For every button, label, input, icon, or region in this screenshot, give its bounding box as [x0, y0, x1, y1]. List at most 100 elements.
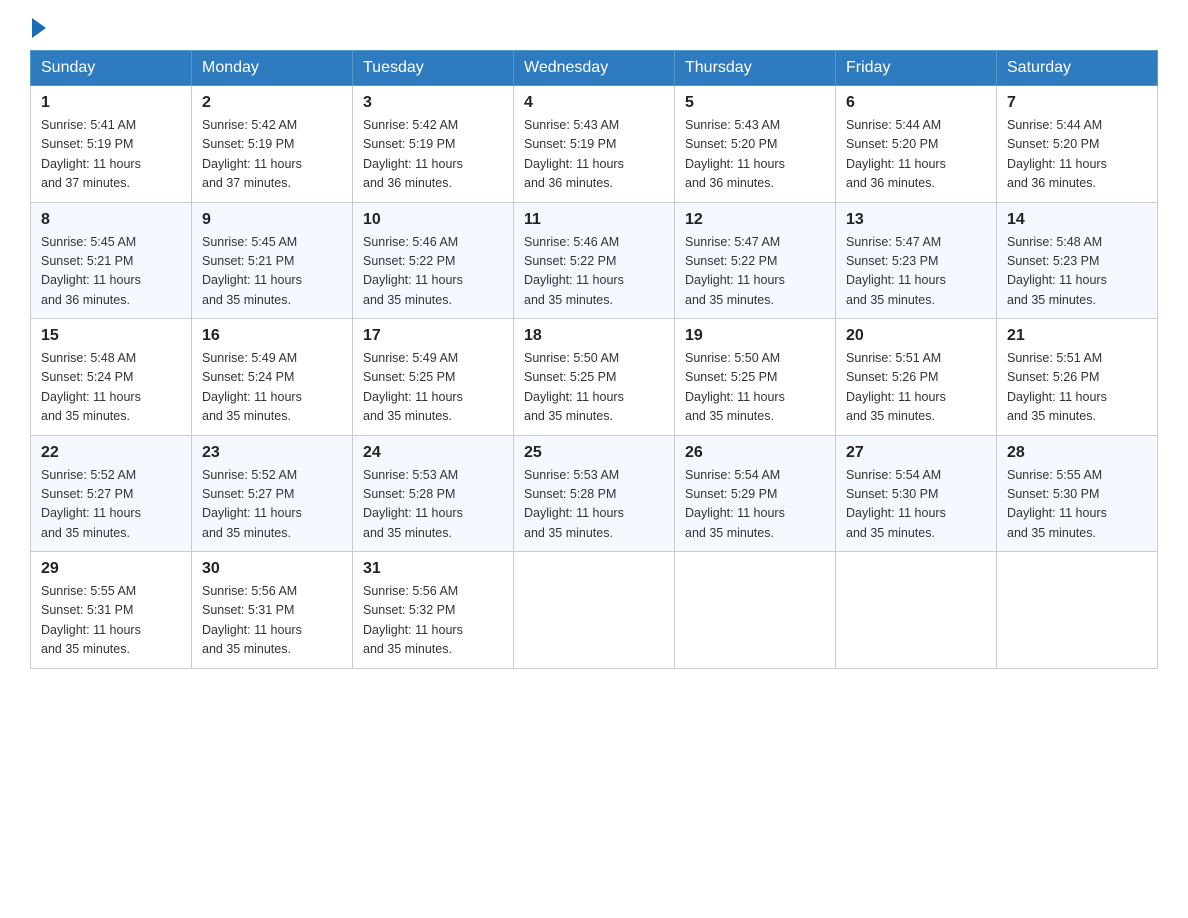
day-number: 12	[685, 211, 825, 229]
day-number: 7	[1007, 94, 1147, 112]
day-info: Sunrise: 5:45 AMSunset: 5:21 PMDaylight:…	[202, 233, 342, 311]
day-number: 5	[685, 94, 825, 112]
day-number: 16	[202, 327, 342, 345]
page-header	[30, 20, 1158, 34]
table-row: 26Sunrise: 5:54 AMSunset: 5:29 PMDayligh…	[675, 435, 836, 552]
table-row	[836, 552, 997, 669]
day-number: 30	[202, 560, 342, 578]
table-row: 12 Sunrise: 5:47 AMSunset: 5:22 PMDayligh…	[675, 202, 836, 319]
header-sunday: Sunday	[31, 51, 192, 86]
day-number: 31	[363, 560, 503, 578]
day-number: 4	[524, 94, 664, 112]
table-row: 28 Sunrise: 5:55 AMSunset: 5:30 PMDayligh…	[997, 435, 1158, 552]
header-tuesday: Tuesday	[353, 51, 514, 86]
day-number: 22	[41, 444, 181, 462]
day-info: Sunrise: 5:50 AMSunset: 5:25 PMDaylight:…	[524, 349, 664, 427]
day-number: 10	[363, 211, 503, 229]
weekday-header-row: Sunday Monday Tuesday Wednesday Thursday…	[31, 51, 1158, 86]
day-info: Sunrise: 5:54 AMSunset: 5:29 PMDaylight:…	[685, 466, 825, 544]
table-row: 30Sunrise: 5:56 AMSunset: 5:31 PMDayligh…	[192, 552, 353, 669]
day-info: Sunrise: 5:41 AMSunset: 5:19 PMDaylight:…	[41, 116, 181, 194]
table-row	[675, 552, 836, 669]
day-number: 15	[41, 327, 181, 345]
day-number: 20	[846, 327, 986, 345]
table-row: 20 Sunrise: 5:51 AMSunset: 5:26 PMDayligh…	[836, 319, 997, 436]
table-row: 6 Sunrise: 5:44 AMSunset: 5:20 PMDaylight…	[836, 86, 997, 203]
day-number: 2	[202, 94, 342, 112]
table-row: 10 Sunrise: 5:46 AMSunset: 5:22 PMDayligh…	[353, 202, 514, 319]
day-number: 1	[41, 94, 181, 112]
day-info: Sunrise: 5:50 AMSunset: 5:25 PMDaylight:…	[685, 349, 825, 427]
header-monday: Monday	[192, 51, 353, 86]
table-row: 24Sunrise: 5:53 AMSunset: 5:28 PMDayligh…	[353, 435, 514, 552]
table-row: 9 Sunrise: 5:45 AMSunset: 5:21 PMDaylight…	[192, 202, 353, 319]
table-row: 19 Sunrise: 5:50 AMSunset: 5:25 PMDayligh…	[675, 319, 836, 436]
day-info: Sunrise: 5:55 AMSunset: 5:30 PMDaylight:…	[1007, 466, 1147, 544]
day-number: 24	[363, 444, 503, 462]
calendar-week-row: 29 Sunrise: 5:55 AMSunset: 5:31 PMDayligh…	[31, 552, 1158, 669]
table-row: 31 Sunrise: 5:56 AMSunset: 5:32 PMDayligh…	[353, 552, 514, 669]
day-info: Sunrise: 5:49 AMSunset: 5:24 PMDaylight:…	[202, 349, 342, 427]
table-row: 1 Sunrise: 5:41 AMSunset: 5:19 PMDaylight…	[31, 86, 192, 203]
table-row: 16 Sunrise: 5:49 AMSunset: 5:24 PMDayligh…	[192, 319, 353, 436]
day-info: Sunrise: 5:51 AMSunset: 5:26 PMDaylight:…	[846, 349, 986, 427]
day-info: Sunrise: 5:55 AMSunset: 5:31 PMDaylight:…	[41, 582, 181, 660]
day-number: 8	[41, 211, 181, 229]
day-number: 27	[846, 444, 986, 462]
day-number: 18	[524, 327, 664, 345]
table-row: 15 Sunrise: 5:48 AMSunset: 5:24 PMDayligh…	[31, 319, 192, 436]
day-number: 29	[41, 560, 181, 578]
header-saturday: Saturday	[997, 51, 1158, 86]
table-row: 3Sunrise: 5:42 AMSunset: 5:19 PMDaylight…	[353, 86, 514, 203]
logo-arrow-icon	[32, 18, 46, 38]
day-number: 6	[846, 94, 986, 112]
table-row: 7 Sunrise: 5:44 AMSunset: 5:20 PMDaylight…	[997, 86, 1158, 203]
logo	[30, 20, 46, 34]
day-info: Sunrise: 5:49 AMSunset: 5:25 PMDaylight:…	[363, 349, 503, 427]
table-row	[997, 552, 1158, 669]
day-number: 11	[524, 211, 664, 229]
calendar-table: Sunday Monday Tuesday Wednesday Thursday…	[30, 50, 1158, 669]
table-row: 11Sunrise: 5:46 AMSunset: 5:22 PMDayligh…	[514, 202, 675, 319]
table-row: 14Sunrise: 5:48 AMSunset: 5:23 PMDayligh…	[997, 202, 1158, 319]
day-info: Sunrise: 5:46 AMSunset: 5:22 PMDaylight:…	[363, 233, 503, 311]
table-row: 21Sunrise: 5:51 AMSunset: 5:26 PMDayligh…	[997, 319, 1158, 436]
day-number: 28	[1007, 444, 1147, 462]
table-row: 8 Sunrise: 5:45 AMSunset: 5:21 PMDaylight…	[31, 202, 192, 319]
day-info: Sunrise: 5:53 AMSunset: 5:28 PMDaylight:…	[524, 466, 664, 544]
table-row: 2 Sunrise: 5:42 AMSunset: 5:19 PMDaylight…	[192, 86, 353, 203]
day-info: Sunrise: 5:54 AMSunset: 5:30 PMDaylight:…	[846, 466, 986, 544]
table-row: 4 Sunrise: 5:43 AMSunset: 5:19 PMDaylight…	[514, 86, 675, 203]
day-info: Sunrise: 5:42 AMSunset: 5:19 PMDaylight:…	[363, 116, 503, 194]
day-info: Sunrise: 5:48 AMSunset: 5:24 PMDaylight:…	[41, 349, 181, 427]
day-info: Sunrise: 5:48 AMSunset: 5:23 PMDaylight:…	[1007, 233, 1147, 311]
day-info: Sunrise: 5:42 AMSunset: 5:19 PMDaylight:…	[202, 116, 342, 194]
table-row: 18 Sunrise: 5:50 AMSunset: 5:25 PMDayligh…	[514, 319, 675, 436]
calendar-week-row: 22 Sunrise: 5:52 AMSunset: 5:27 PMDayligh…	[31, 435, 1158, 552]
day-info: Sunrise: 5:45 AMSunset: 5:21 PMDaylight:…	[41, 233, 181, 311]
day-number: 23	[202, 444, 342, 462]
table-row: 25Sunrise: 5:53 AMSunset: 5:28 PMDayligh…	[514, 435, 675, 552]
day-number: 17	[363, 327, 503, 345]
calendar-week-row: 8 Sunrise: 5:45 AMSunset: 5:21 PMDaylight…	[31, 202, 1158, 319]
day-info: Sunrise: 5:47 AMSunset: 5:22 PMDaylight:…	[685, 233, 825, 311]
day-info: Sunrise: 5:43 AMSunset: 5:19 PMDaylight:…	[524, 116, 664, 194]
day-number: 13	[846, 211, 986, 229]
day-info: Sunrise: 5:47 AMSunset: 5:23 PMDaylight:…	[846, 233, 986, 311]
day-info: Sunrise: 5:44 AMSunset: 5:20 PMDaylight:…	[1007, 116, 1147, 194]
day-number: 21	[1007, 327, 1147, 345]
table-row: 13 Sunrise: 5:47 AMSunset: 5:23 PMDayligh…	[836, 202, 997, 319]
table-row: 29 Sunrise: 5:55 AMSunset: 5:31 PMDayligh…	[31, 552, 192, 669]
day-number: 19	[685, 327, 825, 345]
table-row: 5Sunrise: 5:43 AMSunset: 5:20 PMDaylight…	[675, 86, 836, 203]
table-row: 23 Sunrise: 5:52 AMSunset: 5:27 PMDayligh…	[192, 435, 353, 552]
day-number: 9	[202, 211, 342, 229]
table-row: 27 Sunrise: 5:54 AMSunset: 5:30 PMDayligh…	[836, 435, 997, 552]
table-row: 22Sunrise: 5:52 AMSunset: 5:27 PMDayligh…	[31, 435, 192, 552]
day-info: Sunrise: 5:44 AMSunset: 5:20 PMDaylight:…	[846, 116, 986, 194]
header-thursday: Thursday	[675, 51, 836, 86]
day-info: Sunrise: 5:56 AMSunset: 5:32 PMDaylight:…	[363, 582, 503, 660]
day-info: Sunrise: 5:52 AMSunset: 5:27 PMDaylight:…	[202, 466, 342, 544]
calendar-week-row: 15 Sunrise: 5:48 AMSunset: 5:24 PMDayligh…	[31, 319, 1158, 436]
header-wednesday: Wednesday	[514, 51, 675, 86]
